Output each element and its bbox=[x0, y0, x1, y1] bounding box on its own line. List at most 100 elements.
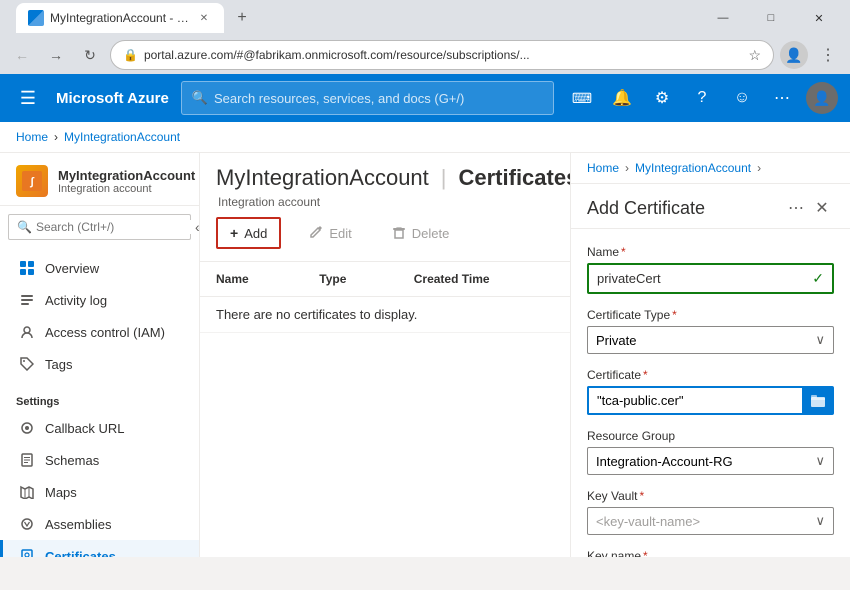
chevron-down-icon: ∨ bbox=[815, 332, 825, 348]
overview-label: Overview bbox=[45, 261, 99, 276]
add-button[interactable]: + Add bbox=[216, 217, 281, 249]
top-breadcrumb: Home › MyIntegrationAccount bbox=[0, 122, 850, 153]
sidebar-search-box[interactable]: 🔍 « bbox=[8, 214, 191, 240]
sidebar-item-overview[interactable]: Overview bbox=[0, 252, 199, 284]
tags-label: Tags bbox=[45, 357, 72, 372]
minimize-button[interactable]: — bbox=[700, 4, 746, 32]
edit-label: Edit bbox=[329, 226, 351, 241]
notifications-button[interactable]: 🔔 bbox=[606, 82, 638, 114]
user-avatar[interactable]: 👤 bbox=[806, 82, 838, 114]
hamburger-menu[interactable]: ☰ bbox=[12, 82, 44, 114]
browser-menu-button[interactable]: ⋮ bbox=[814, 41, 842, 69]
lock-icon: 🔒 bbox=[123, 48, 138, 62]
azure-search-bar[interactable]: 🔍 bbox=[181, 81, 554, 115]
maximize-button[interactable]: □ bbox=[748, 4, 794, 32]
column-type: Type bbox=[303, 262, 397, 297]
tags-icon bbox=[19, 356, 35, 372]
search-input[interactable] bbox=[214, 91, 543, 106]
name-field-group: Name* privateCert ✓ bbox=[587, 245, 834, 294]
schemas-label: Schemas bbox=[45, 453, 99, 468]
certificates-icon bbox=[19, 548, 35, 557]
feedback-button[interactable]: ☺ bbox=[726, 82, 758, 114]
panel-breadcrumb-sep-1: › bbox=[625, 161, 629, 175]
add-certificate-panel: Home › MyIntegrationAccount › Add Certif… bbox=[570, 153, 850, 557]
certificates-table: Name Type Created Time There are no cert… bbox=[200, 262, 570, 557]
settings-button[interactable]: ⚙ bbox=[646, 82, 678, 114]
sidebar-item-schemas[interactable]: Schemas bbox=[0, 444, 199, 476]
maps-icon bbox=[19, 484, 35, 500]
url-text: portal.azure.com/#@fabrikam.onmicrosoft.… bbox=[144, 48, 742, 62]
help-button[interactable]: ? bbox=[686, 82, 718, 114]
delete-label: Delete bbox=[412, 226, 450, 241]
sidebar-item-activity-log[interactable]: Activity log bbox=[0, 284, 199, 316]
resource-icon: ∫ bbox=[16, 165, 48, 197]
edit-button[interactable]: Edit bbox=[297, 219, 363, 248]
breadcrumb-home[interactable]: Home bbox=[16, 130, 48, 144]
panel-more-button[interactable]: ⋯ bbox=[788, 198, 804, 218]
close-button[interactable]: ✕ bbox=[796, 4, 842, 32]
integration-account-icon: ∫ bbox=[22, 171, 42, 191]
resource-group-value: Integration-Account-RG bbox=[596, 454, 733, 469]
key-vault-placeholder: <key-vault-name> bbox=[596, 514, 700, 529]
sidebar-item-assemblies[interactable]: Assemblies bbox=[0, 508, 199, 540]
cert-type-select[interactable]: Private ∨ bbox=[587, 326, 834, 354]
chevron-down-icon-3: ∨ bbox=[815, 513, 825, 529]
key-name-label: Key name* bbox=[587, 549, 834, 557]
assemblies-label: Assemblies bbox=[45, 517, 111, 532]
sidebar-resource-name: MyIntegrationAccount bbox=[58, 168, 195, 183]
forward-button[interactable]: → bbox=[42, 41, 70, 69]
delete-icon bbox=[392, 225, 406, 242]
folder-icon bbox=[810, 393, 826, 409]
address-bar[interactable]: 🔒 portal.azure.com/#@fabrikam.onmicrosof… bbox=[110, 40, 774, 70]
resource-type-label: Integration account bbox=[216, 195, 554, 209]
key-name-field-group: Key name* <key-name> ∨ bbox=[587, 549, 834, 557]
cloud-shell-button[interactable]: ⌨ bbox=[566, 82, 598, 114]
sidebar-item-callback-url[interactable]: Callback URL bbox=[0, 412, 199, 444]
chevron-down-icon-2: ∨ bbox=[815, 453, 825, 469]
tab-close-button[interactable]: ✕ bbox=[196, 10, 212, 26]
certificates-label: Certificates bbox=[45, 549, 116, 558]
certificate-file-group: Certificate* bbox=[587, 368, 834, 415]
cert-type-label: Certificate Type* bbox=[587, 308, 834, 322]
sidebar: ∫ MyIntegrationAccount Integration accou… bbox=[0, 153, 200, 557]
access-control-label: Access control (IAM) bbox=[45, 325, 165, 340]
bookmark-icon[interactable]: ☆ bbox=[748, 47, 761, 64]
sidebar-item-certificates[interactable]: Certificates bbox=[0, 540, 199, 557]
sidebar-item-tags[interactable]: Tags bbox=[0, 348, 199, 380]
more-button[interactable]: ⋯ bbox=[766, 82, 798, 114]
sidebar-item-maps[interactable]: Maps bbox=[0, 476, 199, 508]
valid-check-icon: ✓ bbox=[812, 270, 824, 287]
panel-breadcrumb-home[interactable]: Home bbox=[587, 161, 619, 175]
delete-button[interactable]: Delete bbox=[380, 219, 462, 248]
sidebar-search-input[interactable] bbox=[36, 220, 191, 234]
empty-table-row: There are no certificates to display. bbox=[200, 297, 570, 333]
profile-button[interactable]: 👤 bbox=[780, 41, 808, 69]
settings-section-title: Settings bbox=[0, 388, 199, 412]
certificate-label: Certificate* bbox=[587, 368, 834, 382]
name-input[interactable]: privateCert ✓ bbox=[587, 263, 834, 294]
panel-close-button[interactable]: ✕ bbox=[810, 196, 834, 220]
add-icon: + bbox=[230, 225, 238, 241]
cert-type-field-group: Certificate Type* Private ∨ bbox=[587, 308, 834, 354]
key-vault-select[interactable]: <key-vault-name> ∨ bbox=[587, 507, 834, 535]
access-control-icon bbox=[19, 324, 35, 340]
refresh-button[interactable]: ↻ bbox=[76, 41, 104, 69]
add-label: Add bbox=[244, 226, 267, 241]
certificate-file-input[interactable] bbox=[587, 386, 802, 415]
file-browse-button[interactable] bbox=[802, 386, 834, 415]
column-created-time: Created Time bbox=[398, 262, 570, 297]
back-button[interactable]: ← bbox=[8, 41, 36, 69]
certificate-file-input-row bbox=[587, 386, 834, 415]
new-tab-button[interactable]: + bbox=[228, 4, 256, 32]
panel-breadcrumb-account[interactable]: MyIntegrationAccount bbox=[635, 161, 751, 175]
breadcrumb-account[interactable]: MyIntegrationAccount bbox=[64, 130, 180, 144]
tab-title: MyIntegrationAccount - Microsof... bbox=[50, 11, 190, 25]
resource-group-label: Resource Group bbox=[587, 429, 834, 443]
resource-group-select[interactable]: Integration-Account-RG ∨ bbox=[587, 447, 834, 475]
browser-tab[interactable]: MyIntegrationAccount - Microsof... ✕ bbox=[16, 3, 224, 33]
empty-message: There are no certificates to display. bbox=[200, 297, 570, 333]
panel-title: Add Certificate bbox=[587, 198, 705, 219]
sidebar-item-access-control[interactable]: Access control (IAM) bbox=[0, 316, 199, 348]
schemas-icon bbox=[19, 452, 35, 468]
overview-icon bbox=[19, 260, 35, 276]
